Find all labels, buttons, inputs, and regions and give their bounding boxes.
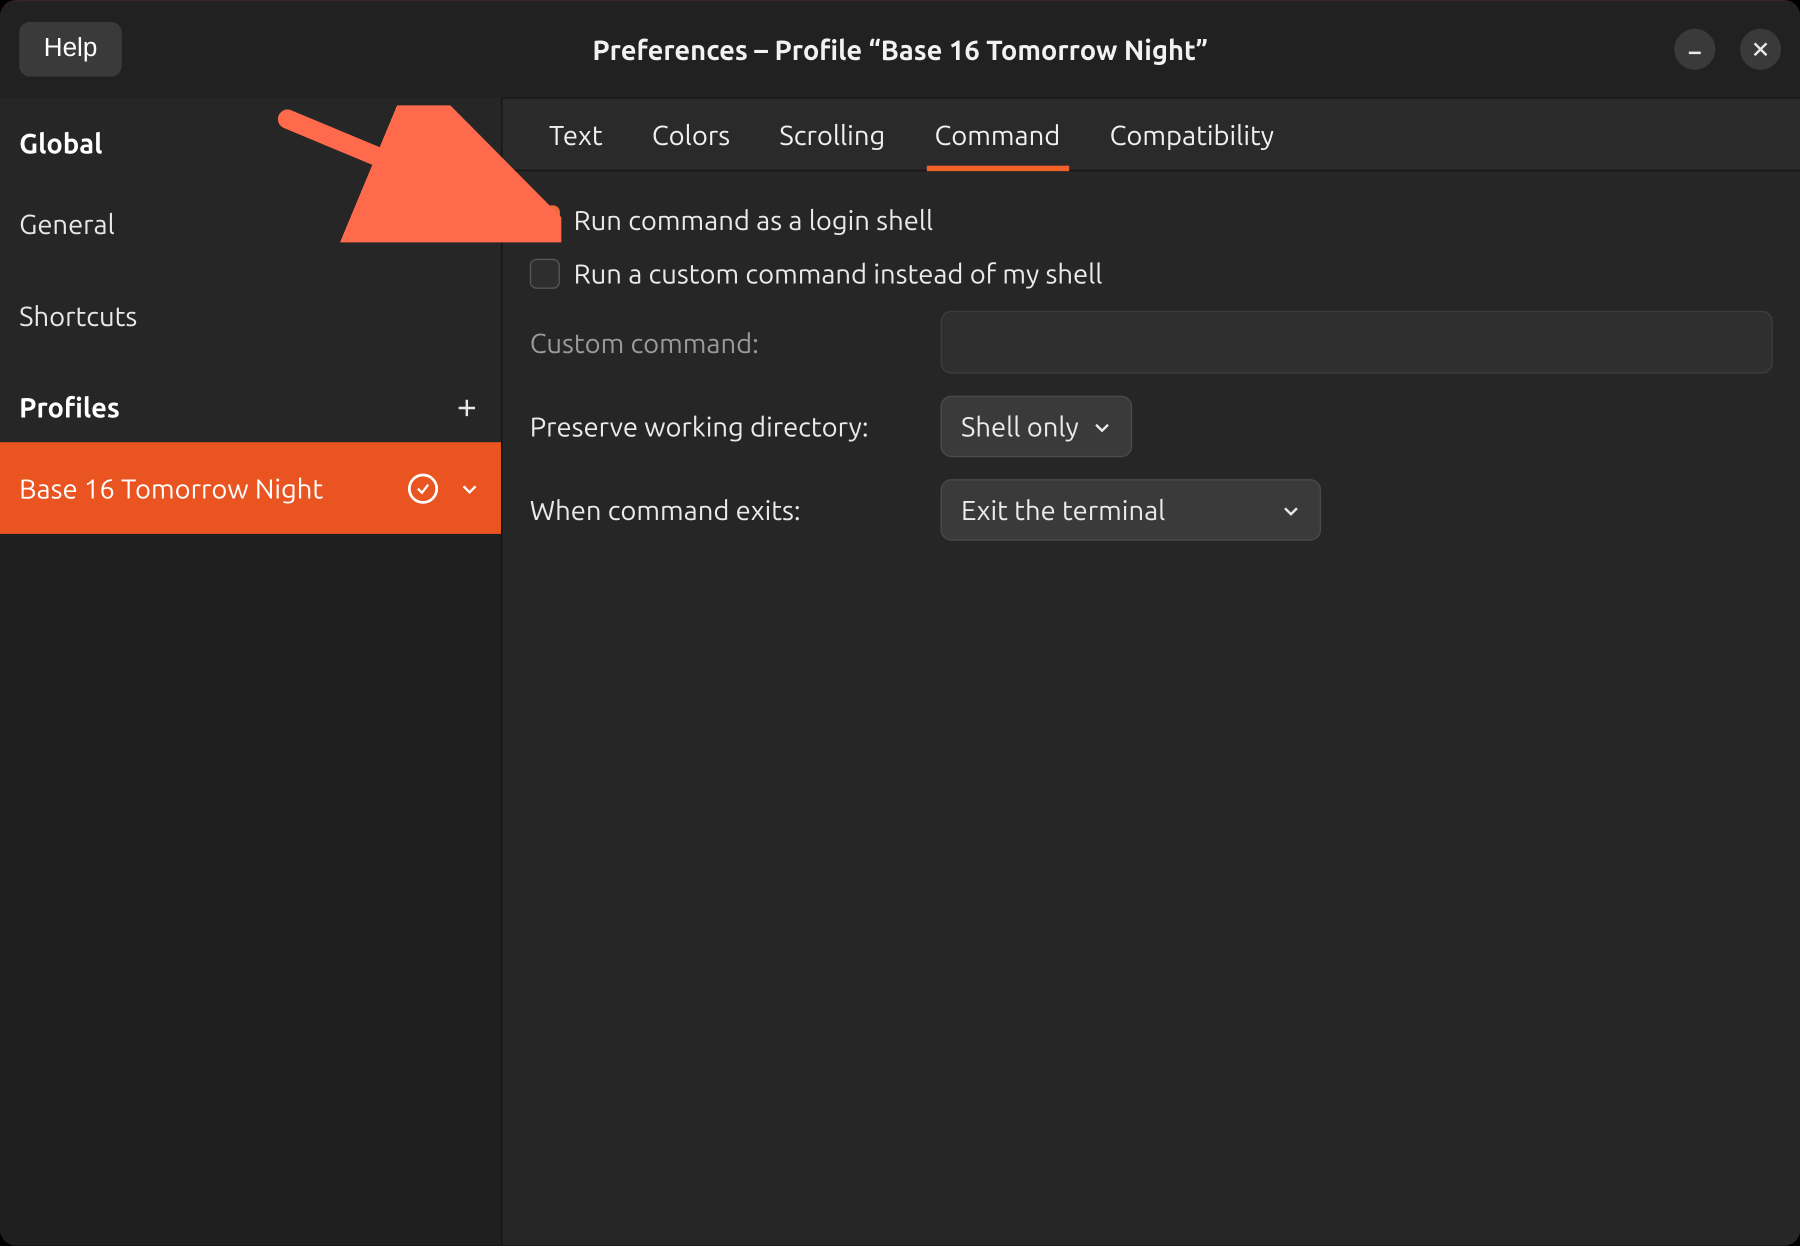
tab-colors[interactable]: Colors <box>652 99 730 170</box>
custom-command-input <box>941 311 1773 374</box>
close-button[interactable] <box>1740 29 1781 70</box>
login-shell-checkbox-row[interactable]: Run command as a login shell <box>530 204 1773 235</box>
custom-command-label: Run a custom command instead of my shell <box>574 257 1103 288</box>
preserve-wd-label: Preserve working directory: <box>530 411 913 442</box>
titlebar: Help Preferences – Profile “Base 16 Tomo… <box>0 1 1800 97</box>
add-profile-button[interactable] <box>452 392 482 422</box>
custom-command-checkbox[interactable] <box>530 258 560 288</box>
content-pane: Text Colors Scrolling Command Compatibil… <box>501 97 1800 1246</box>
chevron-down-icon <box>460 478 479 497</box>
sidebar-heading-global: Global <box>0 97 501 178</box>
tab-scrolling[interactable]: Scrolling <box>779 99 885 170</box>
minimize-icon <box>1685 40 1704 59</box>
tabbar: Text Colors Scrolling Command Compatibil… <box>502 97 1800 171</box>
preserve-wd-row: Preserve working directory: Shell only <box>530 396 1773 458</box>
sidebar-item-shortcuts[interactable]: Shortcuts <box>0 270 501 362</box>
default-profile-indicator <box>408 473 438 503</box>
preserve-wd-value: Shell only <box>961 411 1079 442</box>
sidebar-profiles-label: Profiles <box>19 392 120 423</box>
sidebar-item-profile-active[interactable]: Base 16 Tomorrow Night <box>0 442 501 534</box>
profile-name-label: Base 16 Tomorrow Night <box>19 472 389 503</box>
checkmark-circle-icon <box>415 480 431 496</box>
command-form: Run command as a login shell Run a custo… <box>502 171 1800 573</box>
window-title: Preferences – Profile “Base 16 Tomorrow … <box>0 34 1800 65</box>
chevron-down-icon <box>1092 417 1111 436</box>
when-exits-label: When command exits: <box>530 494 913 525</box>
tab-text[interactable]: Text <box>549 99 603 170</box>
tab-command[interactable]: Command <box>935 99 1061 170</box>
tab-compatibility[interactable]: Compatibility <box>1110 99 1274 170</box>
login-shell-label: Run command as a login shell <box>574 204 934 235</box>
custom-command-field-row: Custom command: <box>530 311 1773 374</box>
when-exits-value: Exit the terminal <box>961 494 1165 525</box>
profile-menu-button[interactable] <box>457 476 482 501</box>
custom-command-field-label: Custom command: <box>530 327 913 358</box>
login-shell-checkbox[interactable] <box>530 205 560 235</box>
checkmark-icon <box>535 210 554 229</box>
minimize-button[interactable] <box>1674 29 1715 70</box>
sidebar: Global General Shortcuts Profiles Base 1… <box>0 97 501 1246</box>
window-controls <box>1674 29 1781 70</box>
sidebar-heading-profiles: Profiles <box>0 361 501 442</box>
sidebar-item-general[interactable]: General <box>0 178 501 270</box>
close-icon <box>1751 40 1770 59</box>
custom-command-checkbox-row[interactable]: Run a custom command instead of my shell <box>530 257 1773 288</box>
chevron-down-icon <box>1281 500 1300 519</box>
plus-icon <box>456 396 478 418</box>
when-exits-select[interactable]: Exit the terminal <box>941 479 1322 541</box>
help-button[interactable]: Help <box>19 22 122 77</box>
when-exits-row: When command exits: Exit the terminal <box>530 479 1773 541</box>
preserve-wd-select[interactable]: Shell only <box>941 396 1133 458</box>
